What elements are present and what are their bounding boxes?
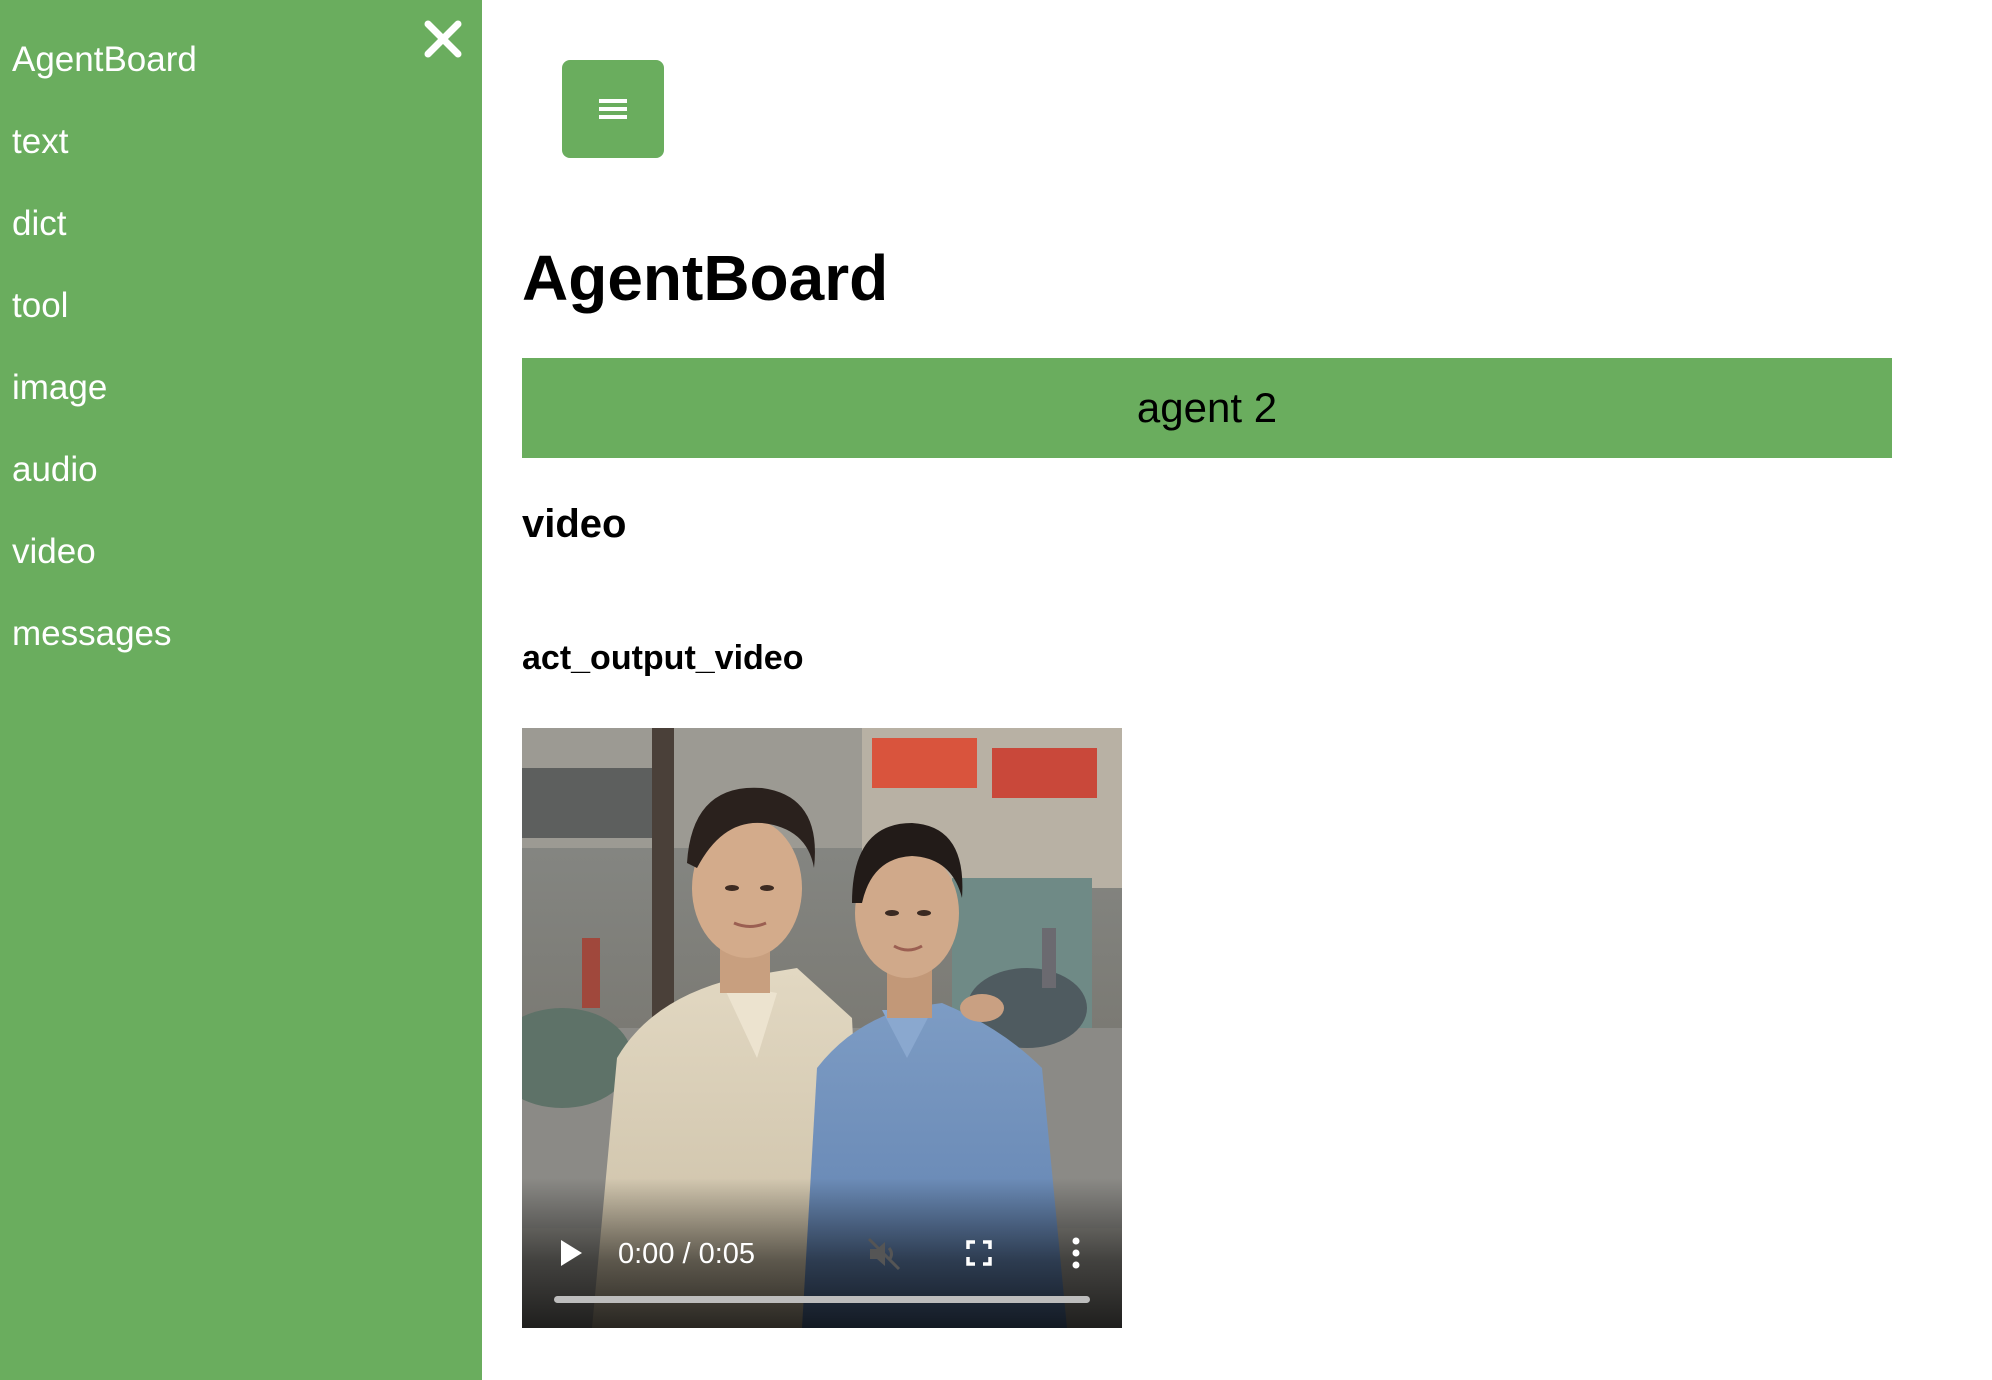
sidebar-item-dict[interactable]: dict bbox=[12, 198, 197, 280]
sidebar-item-video[interactable]: video bbox=[12, 526, 197, 608]
menu-toggle-button[interactable] bbox=[562, 60, 664, 158]
more-options-button[interactable] bbox=[1070, 1236, 1082, 1270]
fullscreen-button[interactable] bbox=[964, 1238, 994, 1268]
close-sidebar-button[interactable] bbox=[418, 14, 468, 64]
sidebar-item-audio[interactable]: audio bbox=[12, 444, 197, 526]
mute-icon bbox=[867, 1237, 901, 1271]
video-controls: 0:00 / 0:05 bbox=[522, 1178, 1122, 1328]
section-title: video bbox=[522, 502, 627, 546]
agent-header-bar: agent 2 bbox=[522, 358, 1892, 458]
sidebar-item-text[interactable]: text bbox=[12, 116, 197, 198]
hamburger-icon bbox=[599, 99, 627, 119]
video-progress-bar[interactable] bbox=[554, 1296, 1090, 1303]
more-options-icon bbox=[1072, 1237, 1080, 1269]
video-item-title: act_output_video bbox=[522, 639, 804, 677]
sidebar-item-agentboard[interactable]: AgentBoard bbox=[12, 34, 197, 116]
video-player[interactable]: 0:00 / 0:05 bbox=[522, 728, 1122, 1328]
sidebar-nav: AgentBoard text dict tool image audio vi… bbox=[12, 34, 197, 690]
sidebar-item-tool[interactable]: tool bbox=[12, 280, 197, 362]
fullscreen-icon bbox=[966, 1240, 992, 1266]
mute-button[interactable] bbox=[866, 1236, 902, 1272]
page-title: AgentBoard bbox=[522, 242, 889, 314]
time-display: 0:00 / 0:05 bbox=[618, 1238, 756, 1270]
play-button[interactable] bbox=[558, 1238, 584, 1268]
sidebar: AgentBoard text dict tool image audio vi… bbox=[0, 0, 482, 1380]
agent-label: agent 2 bbox=[1136, 384, 1278, 431]
play-icon bbox=[561, 1240, 582, 1266]
sidebar-item-image[interactable]: image bbox=[12, 362, 197, 444]
sidebar-item-messages[interactable]: messages bbox=[12, 608, 197, 690]
close-icon bbox=[424, 20, 462, 58]
